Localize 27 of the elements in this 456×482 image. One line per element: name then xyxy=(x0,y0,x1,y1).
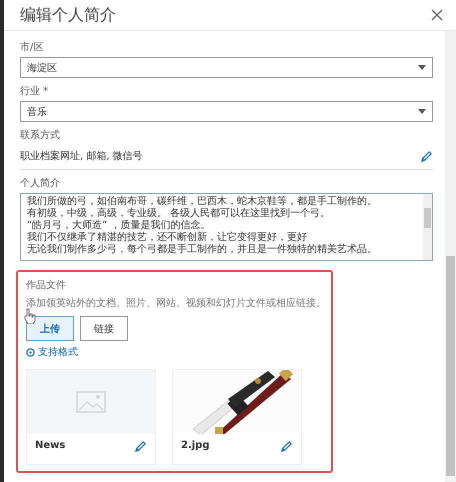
field-label: 个人简介 xyxy=(20,177,61,190)
dropdown-field[interactable]: 音乐 xyxy=(20,101,433,122)
field-label: 行业 * xyxy=(20,84,50,98)
image-placeholder-icon xyxy=(76,391,106,413)
dialog-title: 编辑个人简介 xyxy=(20,4,116,26)
edit-icon[interactable] xyxy=(280,440,293,453)
section-title: 作品文件 xyxy=(26,278,67,292)
link-button[interactable]: 链接 xyxy=(80,316,128,341)
file-card[interactable]: 2.jpg xyxy=(172,369,302,465)
file-name: 2.jpg xyxy=(181,440,210,451)
section-description: 添加领英站外的文档、照片、网站、视频和幻灯片文件或相应链接。 xyxy=(26,296,323,310)
field-label: 联系方式 xyxy=(20,128,61,142)
caret-icon xyxy=(418,109,426,114)
field-label: 市/区 xyxy=(20,40,44,54)
help-link[interactable]: 支持格式 xyxy=(26,345,78,359)
edit-icon[interactable] xyxy=(134,440,147,453)
bio-textarea[interactable]: 我们所做的弓，如伯南布哥，碳纤维，巴西木，蛇木京鞋等，都是手工制作的。 有初级，中级，高级，专业级。 各级人民都可以在这里找到一个弓。 “皓月弓，大师造” ，质量是我们的信念。 我们不仅继承了精湛的技艺，还不断创新，让它变得更好，更好 无论我们制作多少弓，每个弓都是手工制作的，并且是一件独特的精美艺术品。 xyxy=(20,193,433,261)
file-card[interactable]: News xyxy=(26,369,156,465)
dropdown-field[interactable]: 海淀区 xyxy=(20,57,433,78)
close-icon[interactable] xyxy=(430,8,444,22)
edit-icon[interactable] xyxy=(420,150,433,162)
caret-icon xyxy=(418,65,426,70)
contact-text: 职业档案网址, 邮箱, 微信号 xyxy=(20,150,143,163)
upload-button[interactable]: 上传 xyxy=(26,316,74,341)
hand-cursor-icon xyxy=(24,308,36,324)
file-name: News xyxy=(35,440,66,451)
help-icon xyxy=(26,348,35,356)
